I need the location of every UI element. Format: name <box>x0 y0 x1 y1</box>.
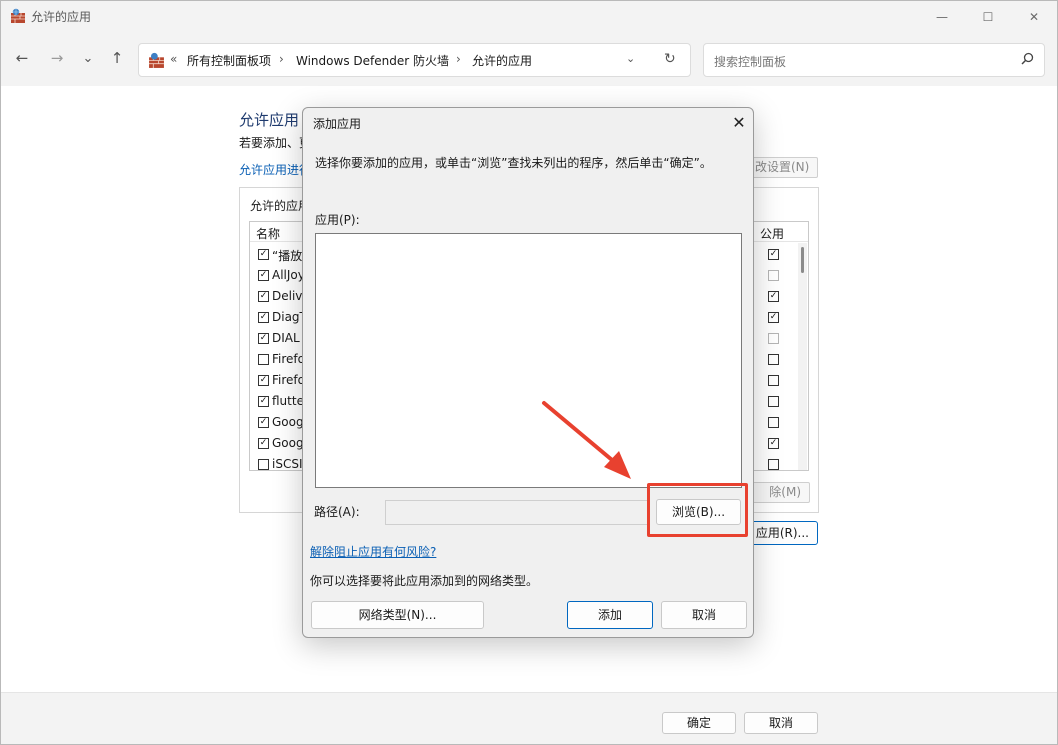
public-network-checkbox[interactable] <box>768 333 779 344</box>
search-icon <box>1021 52 1034 65</box>
app-enabled-checkbox[interactable]: ✓ <box>258 333 269 344</box>
app-enabled-checkbox[interactable] <box>258 459 269 470</box>
app-name: Firefo <box>272 352 305 366</box>
breadcrumb-firewall[interactable]: Windows Defender 防火墙 <box>296 52 449 69</box>
search-box[interactable]: 搜索控制面板 <box>703 43 1045 77</box>
breadcrumb-overflow[interactable]: « <box>170 52 177 66</box>
navigation-bar: ← → ⌄ ↑ « 所有控制面板项 › Windows Defender 防火墙… <box>1 32 1057 86</box>
public-network-checkbox[interactable] <box>768 354 779 365</box>
control-panel-icon <box>149 52 164 68</box>
ok-button[interactable]: 确定 <box>662 712 736 734</box>
minimize-button[interactable]: — <box>919 1 965 32</box>
scrollbar-thumb[interactable] <box>801 247 804 273</box>
app-name: iSCSI <box>272 457 303 471</box>
public-network-checkbox[interactable] <box>768 396 779 407</box>
app-enabled-checkbox[interactable]: ✓ <box>258 417 269 428</box>
app-enabled-checkbox[interactable]: ✓ <box>258 438 269 449</box>
path-label: 路径(A): <box>314 505 360 519</box>
dialog-cancel-button[interactable]: 取消 <box>661 601 747 629</box>
public-network-checkbox[interactable] <box>768 417 779 428</box>
change-settings-button[interactable]: 改设置(N) <box>746 157 818 178</box>
address-bar[interactable]: « 所有控制面板项 › Windows Defender 防火墙 › 允许的应用… <box>138 43 691 77</box>
forward-arrow-icon: → <box>50 49 64 67</box>
close-button[interactable]: ✕ <box>1011 1 1057 32</box>
page-description: 若要添加、更 <box>239 136 312 150</box>
up-button[interactable]: ↑ <box>106 47 128 69</box>
public-network-checkbox[interactable]: ✓ <box>768 249 779 260</box>
delete-button[interactable]: 除(M) <box>750 482 810 503</box>
search-placeholder: 搜索控制面板 <box>714 55 787 69</box>
public-network-checkbox[interactable] <box>768 270 779 281</box>
add-button[interactable]: 添加 <box>567 601 653 629</box>
up-arrow-icon: ↑ <box>110 49 124 67</box>
breadcrumb-separator: › <box>456 52 461 66</box>
chevron-down-icon: ⌄ <box>82 50 94 66</box>
minimize-icon: — <box>936 9 948 24</box>
maximize-icon: ☐ <box>982 9 994 24</box>
highlight-box <box>647 483 748 537</box>
app-name: Goog <box>272 436 304 450</box>
public-network-checkbox[interactable]: ✓ <box>768 312 779 323</box>
title-bar: 允许的应用 — ☐ ✕ <box>1 1 1057 32</box>
breadcrumb-allowed-apps[interactable]: 允许的应用 <box>472 52 532 69</box>
app-name: Firefo <box>272 373 305 387</box>
public-network-checkbox[interactable] <box>768 375 779 386</box>
footer-cancel-button[interactable]: 取消 <box>744 712 818 734</box>
app-name: DIAL <box>272 331 300 345</box>
path-field[interactable] <box>385 500 650 525</box>
network-type-note: 你可以选择要将此应用添加到的网络类型。 <box>310 574 539 588</box>
app-enabled-checkbox[interactable]: ✓ <box>258 291 269 302</box>
apps-listbox[interactable] <box>315 233 742 488</box>
recent-locations-button[interactable]: ⌄ <box>77 47 99 69</box>
app-enabled-checkbox[interactable]: ✓ <box>258 312 269 323</box>
public-network-checkbox[interactable]: ✓ <box>768 438 779 449</box>
back-button[interactable]: ← <box>11 47 33 69</box>
column-public-header[interactable]: 公用 <box>760 225 784 242</box>
public-network-checkbox[interactable]: ✓ <box>768 291 779 302</box>
column-name-header[interactable]: 名称 <box>256 225 280 242</box>
network-types-button[interactable]: 网络类型(N)... <box>311 601 484 629</box>
window-footer: 确定 取消 <box>1 692 1057 744</box>
close-icon: ✕ <box>732 113 746 132</box>
breadcrumb-separator: › <box>279 52 284 66</box>
app-enabled-checkbox[interactable]: ✓ <box>258 375 269 386</box>
add-app-dialog: 添加应用 ✕ 选择你要添加的应用，或单击“浏览”查找未列出的程序，然后单击“确定… <box>302 107 754 638</box>
app-enabled-checkbox[interactable]: ✓ <box>258 270 269 281</box>
window-title: 允许的应用 <box>31 10 92 24</box>
public-network-checkbox[interactable] <box>768 459 779 470</box>
app-name: AllJoy <box>272 268 305 282</box>
back-arrow-icon: ← <box>15 49 29 67</box>
forward-button[interactable]: → <box>46 47 68 69</box>
app-enabled-checkbox[interactable] <box>258 354 269 365</box>
app-enabled-checkbox[interactable]: ✓ <box>258 249 269 260</box>
address-dropdown-icon[interactable]: ⌄ <box>626 52 635 65</box>
apps-label: 应用(P): <box>315 213 360 227</box>
refresh-icon[interactable]: ↻ <box>664 51 676 67</box>
list-scrollbar[interactable] <box>798 243 807 470</box>
app-name: Goog <box>272 415 304 429</box>
maximize-button[interactable]: ☐ <box>965 1 1011 32</box>
breadcrumb-control-panel[interactable]: 所有控制面板项 <box>187 52 271 69</box>
group-label: 允许的应用 <box>250 199 311 213</box>
dialog-close-button[interactable]: ✕ <box>727 111 751 135</box>
dialog-instruction: 选择你要添加的应用，或单击“浏览”查找未列出的程序，然后单击“确定”。 <box>315 156 712 170</box>
allow-apps-link[interactable]: 允许应用进行 <box>239 161 311 178</box>
page-title: 允许应用 <box>239 111 300 129</box>
app-enabled-checkbox[interactable]: ✓ <box>258 396 269 407</box>
close-icon: ✕ <box>1028 9 1040 24</box>
dialog-title: 添加应用 <box>313 117 362 131</box>
firewall-icon <box>11 8 25 23</box>
unblock-risk-link[interactable]: 解除阻止应用有何风险? <box>310 543 436 560</box>
